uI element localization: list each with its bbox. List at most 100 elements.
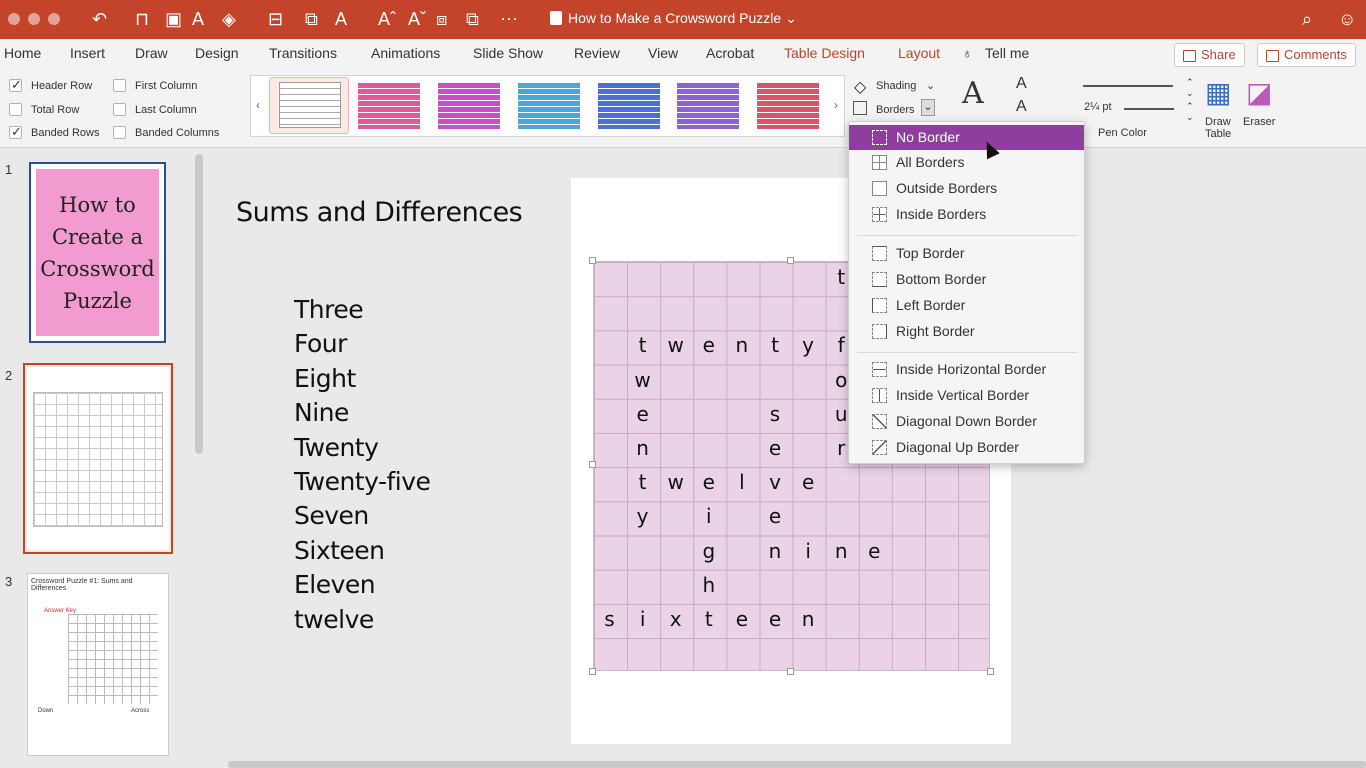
last-column-checkbox[interactable] xyxy=(113,103,126,116)
table-icon[interactable]: ⊓ xyxy=(135,8,149,30)
tab-animations[interactable]: Animations xyxy=(371,45,440,61)
slide3-title: Crossword Puzzle #1: Sums and Difference… xyxy=(31,578,133,592)
menu-item-diagonal-down-border[interactable]: Diagonal Down Border xyxy=(849,409,1084,434)
eraser-icon[interactable]: ◪ xyxy=(1246,76,1272,109)
draw-table-icon[interactable]: ▦ xyxy=(1205,76,1231,109)
tab-acrobat[interactable]: Acrobat xyxy=(706,45,754,61)
borders-dropdown-icon[interactable]: ⌄ xyxy=(921,99,935,116)
menu-item-diagonal-up-border[interactable]: Diagonal Up Border xyxy=(849,435,1084,460)
slide-number: 3 xyxy=(5,574,13,589)
crossword-letter: i xyxy=(805,538,811,563)
canvas-horizontal-scrollbar[interactable] xyxy=(228,761,1366,768)
table-style-thumb[interactable] xyxy=(757,83,819,129)
slide-thumbnail-2[interactable] xyxy=(23,363,173,554)
account-icon[interactable]: ☺ xyxy=(1338,8,1356,30)
arrange-icon[interactable]: ⊟ xyxy=(268,8,283,30)
menu-item-inside-borders[interactable]: Inside Borders xyxy=(849,202,1084,227)
menu-item-bottom-border[interactable]: Bottom Border xyxy=(849,267,1084,292)
minimize-window-button[interactable] xyxy=(28,13,40,25)
text-color-icon[interactable]: A xyxy=(1016,75,1027,93)
tab-review[interactable]: Review xyxy=(574,45,620,61)
thumbnails-scrollbar[interactable] xyxy=(195,154,203,454)
tab-design[interactable]: Design xyxy=(195,45,239,61)
crossword-letter: t xyxy=(704,607,713,631)
group-icon[interactable]: ⧉ xyxy=(305,8,318,30)
tab-table-design[interactable]: Table Design xyxy=(784,45,865,72)
resize-handle[interactable] xyxy=(589,257,596,264)
borders-button[interactable]: Borders xyxy=(876,104,915,116)
close-window-button[interactable] xyxy=(8,13,20,25)
crossword-letter: n xyxy=(768,538,782,563)
menu-item-left-border[interactable]: Left Border xyxy=(849,293,1084,318)
undo-icon[interactable]: ↶ xyxy=(92,8,107,30)
ribbon-tabs: Home Insert Draw Design Transitions Anim… xyxy=(0,39,1366,72)
more-icon[interactable]: ⋯ xyxy=(500,8,518,30)
pen-weight[interactable]: 2¼ pt xyxy=(1084,101,1112,113)
table-style-thumb[interactable] xyxy=(677,83,739,129)
table-style-thumb[interactable] xyxy=(518,83,580,129)
resize-handle[interactable] xyxy=(589,668,596,675)
pen-color-button[interactable]: Pen Color xyxy=(1098,127,1147,139)
table-style-thumb[interactable] xyxy=(438,83,500,129)
table-style-thumb[interactable] xyxy=(358,83,420,129)
menu-item-top-border[interactable]: Top Border xyxy=(849,241,1084,266)
resize-handle[interactable] xyxy=(787,257,794,264)
inside-vertical-border-icon xyxy=(872,388,887,403)
tab-slide-show[interactable]: Slide Show xyxy=(473,45,543,61)
first-column-checkbox[interactable] xyxy=(113,79,126,92)
menu-separator xyxy=(857,352,1077,353)
word-list-item: Seven xyxy=(294,501,369,531)
zoom-window-button[interactable] xyxy=(48,13,60,25)
crossword-letter: h xyxy=(702,572,716,597)
slide-thumbnail-1[interactable]: How to Create a Crossword Puzzle xyxy=(29,162,166,343)
search-icon[interactable]: ⌕ xyxy=(1302,8,1312,30)
table-style-plain[interactable] xyxy=(279,82,341,128)
shading-button[interactable]: Shading xyxy=(876,80,916,92)
menu-item-right-border[interactable]: Right Border xyxy=(849,319,1084,344)
gallery-next-icon[interactable]: › xyxy=(834,98,838,112)
text-highlight-icon[interactable]: A xyxy=(1016,98,1027,116)
picture-icon[interactable]: ▣ xyxy=(165,8,182,30)
bring-forward-icon[interactable]: ⧈ xyxy=(436,8,447,30)
header-row-checkbox[interactable] xyxy=(9,77,22,93)
share-button[interactable]: Share xyxy=(1174,43,1245,67)
menu-item-outside-borders[interactable]: Outside Borders xyxy=(849,176,1084,201)
send-backward-icon[interactable]: ⧉ xyxy=(466,8,479,30)
tab-layout[interactable]: Layout xyxy=(898,45,940,61)
menu-item-all-borders[interactable]: All Borders xyxy=(849,150,1084,175)
tab-view[interactable]: View xyxy=(648,45,678,61)
slide-title[interactable]: Sums and Differences xyxy=(236,197,523,228)
textbox-icon[interactable]: A xyxy=(192,8,204,30)
banded-rows-checkbox[interactable] xyxy=(9,124,22,140)
font-color-icon[interactable]: A xyxy=(335,8,347,30)
crossword-letter: y xyxy=(802,333,815,358)
left-border-icon xyxy=(872,298,887,313)
pen-style-stepper[interactable]: ⌃ ⌄ xyxy=(1186,77,1194,99)
comments-button[interactable]: Comments xyxy=(1257,43,1356,67)
menu-item-inside-vertical-border[interactable]: Inside Vertical Border xyxy=(849,383,1084,408)
increase-font-icon[interactable]: Aˆ xyxy=(378,8,396,30)
tell-me[interactable]: Tell me xyxy=(985,45,1029,61)
total-row-label: Total Row xyxy=(31,104,80,116)
last-column-label: Last Column xyxy=(135,104,197,116)
banded-columns-checkbox[interactable] xyxy=(113,126,126,139)
shapes-icon[interactable]: ◈ xyxy=(222,8,236,30)
slide-thumbnail-3[interactable]: Crossword Puzzle #1: Sums and Difference… xyxy=(27,573,169,756)
resize-handle[interactable] xyxy=(589,461,596,468)
tab-home[interactable]: Home xyxy=(4,45,41,61)
tab-draw[interactable]: Draw xyxy=(135,45,168,61)
tab-transitions[interactable]: Transitions xyxy=(269,45,337,61)
shading-dropdown-icon[interactable]: ⌄ xyxy=(926,79,935,92)
decrease-font-icon[interactable]: Aˇ xyxy=(408,8,426,30)
resize-handle[interactable] xyxy=(987,668,994,675)
tab-insert[interactable]: Insert xyxy=(70,45,105,61)
menu-item-no-border[interactable]: No Border xyxy=(849,125,1084,150)
total-row-checkbox[interactable] xyxy=(9,103,22,116)
pen-style-line[interactable] xyxy=(1083,85,1173,87)
text-effects-icon[interactable]: A xyxy=(962,76,984,111)
resize-handle[interactable] xyxy=(787,668,794,675)
pen-weight-stepper[interactable]: ⌃ ⌄ xyxy=(1186,101,1194,123)
table-style-thumb[interactable] xyxy=(598,83,660,129)
gallery-prev-icon[interactable]: ‹ xyxy=(256,98,260,112)
menu-item-inside-horizontal-border[interactable]: Inside Horizontal Border xyxy=(849,357,1084,382)
